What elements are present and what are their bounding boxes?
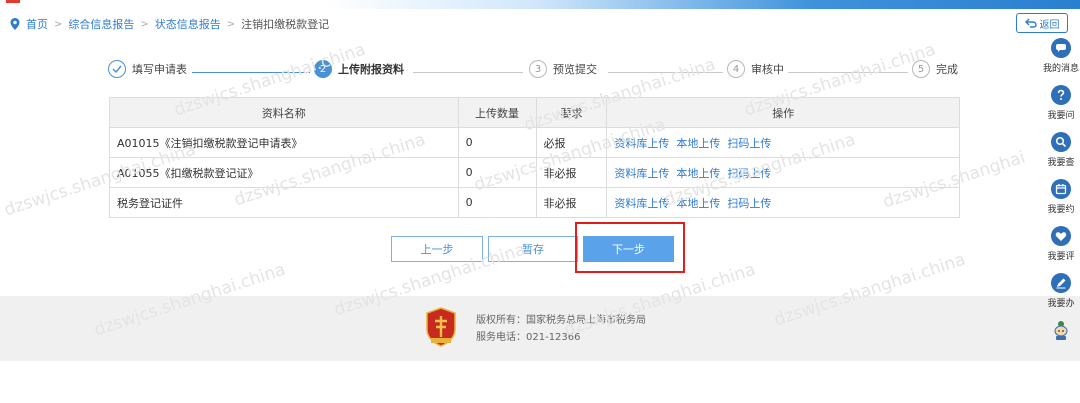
next-step-highlight-box [575, 222, 685, 273]
sidebar-label: 我要查 [1047, 158, 1075, 168]
local-upload-link[interactable]: 本地上传 [676, 197, 720, 210]
material-name: A01055《扣缴税款登记证》 [109, 157, 459, 188]
sidebar-item-ask[interactable]: 我要问 [1042, 85, 1080, 121]
step-preview-submit: 3 预览提交 [529, 60, 597, 78]
library-upload-link[interactable]: 资料库上传 [614, 137, 669, 150]
column-header: 资料名称 [109, 97, 459, 128]
breadcrumb-home[interactable]: 首页 [26, 16, 48, 32]
table-header-row: 资料名称 上传数量 要求 操作 [109, 97, 960, 128]
footer: 版权所有：国家税务总局上海市税务局 服务电话：021-12366 [0, 296, 1080, 361]
table-row: 税务登记证件 0 非必报 资料库上传 本地上传 扫码上传 [109, 187, 960, 218]
breadcrumb-separator: > [140, 18, 149, 30]
copyright-text: 版权所有：国家税务总局上海市税务局 [476, 315, 646, 326]
pen-icon [1051, 273, 1071, 293]
footer-info: 版权所有：国家税务总局上海市税务局 服务电话：021-12366 [476, 312, 646, 346]
upload-count: 0 [457, 187, 537, 218]
breadcrumb-separator: > [54, 18, 63, 30]
material-name: 税务登记证件 [109, 187, 459, 218]
question-icon [1051, 85, 1071, 105]
table-row: A01015《注销扣缴税款登记申请表》 0 必报 资料库上传 本地上传 扫码上传 [109, 127, 960, 158]
return-arrow-icon [1024, 18, 1037, 28]
tax-bureau-emblem-icon [426, 307, 456, 347]
step-label: 上传附报资料 [338, 63, 404, 76]
checkmark-icon [108, 60, 126, 78]
library-upload-link[interactable]: 资料库上传 [614, 197, 669, 210]
requirement: 非必报 [535, 157, 608, 188]
save-draft-button[interactable]: 暂存 [488, 236, 578, 262]
sidebar-item-assistant[interactable] [1042, 319, 1080, 346]
robot-assistant-icon [1054, 321, 1068, 340]
breadcrumb-comprehensive-report[interactable]: 综合信息报告 [68, 16, 134, 32]
sidebar-label: 我要约 [1047, 205, 1075, 215]
sidebar-item-query[interactable]: 我要查 [1042, 132, 1080, 168]
sidebar-item-evaluate[interactable]: 我要评 [1042, 226, 1080, 262]
requirement: 非必报 [535, 187, 608, 218]
prev-step-button[interactable]: 上一步 [391, 236, 483, 262]
breadcrumb-current: 注销扣缴税款登记 [241, 18, 330, 31]
calendar-icon [1051, 179, 1071, 199]
step-reviewing: 4 审核中 [727, 60, 784, 78]
step-connector [413, 72, 523, 73]
upload-count: 0 [457, 157, 537, 188]
step-connector [608, 72, 723, 73]
step-connector [192, 72, 310, 73]
step-fill-form: 填写申请表 [108, 60, 187, 78]
upload-count: 0 [457, 127, 537, 158]
column-header: 上传数量 [457, 97, 537, 128]
row-actions: 资料库上传 本地上传 扫码上传 [606, 127, 960, 158]
breadcrumb: 首页 > 综合信息报告 > 状态信息报告 > 注销扣缴税款登记 [10, 16, 329, 32]
step-connector [788, 72, 908, 73]
local-upload-link[interactable]: 本地上传 [676, 167, 720, 180]
progress-steps: 填写申请表 2 上传附报资料 3 预览提交 4 审核中 5 完成 [108, 60, 960, 84]
step-label: 填写申请表 [132, 63, 187, 76]
column-header: 要求 [535, 97, 608, 128]
sidebar-label: 我要办 [1047, 299, 1075, 309]
sidebar-item-appointment[interactable]: 我要约 [1042, 179, 1080, 215]
back-button[interactable]: 返回 [1016, 13, 1068, 33]
chat-icon [1051, 38, 1071, 58]
breadcrumb-separator: > [226, 18, 236, 30]
row-actions: 资料库上传 本地上传 扫码上传 [606, 157, 960, 188]
step-number: 3 [529, 60, 547, 78]
breadcrumb-status-report[interactable]: 状态信息报告 [155, 16, 221, 32]
material-name: A01015《注销扣缴税款登记申请表》 [109, 127, 459, 158]
sidebar-item-handle[interactable]: 我要办 [1042, 273, 1080, 309]
step-number: 5 [912, 60, 930, 78]
sidebar-item-messages[interactable]: 我的消息 [1042, 38, 1080, 74]
scan-upload-link[interactable]: 扫码上传 [727, 167, 771, 180]
sidebar-label: 我要问 [1047, 111, 1075, 121]
location-pin-icon [10, 18, 20, 30]
scan-upload-link[interactable]: 扫码上传 [727, 197, 771, 210]
step-number: 2 [314, 60, 332, 78]
requirement: 必报 [535, 127, 608, 158]
step-upload-materials: 2 上传附报资料 [314, 60, 404, 78]
table-row: A01055《扣缴税款登记证》 0 非必报 资料库上传 本地上传 扫码上传 [109, 157, 960, 188]
library-upload-link[interactable]: 资料库上传 [614, 167, 669, 180]
attachments-table: 资料名称 上传数量 要求 操作 A01015《注销扣缴税款登记申请表》 0 必报… [109, 97, 960, 218]
heart-icon [1051, 226, 1071, 246]
top-banner-strip [0, 0, 1080, 9]
step-complete: 5 完成 [912, 60, 958, 78]
logo-fragment [6, 0, 20, 3]
sidebar-label: 我的消息 [1042, 64, 1079, 74]
back-button-label: 返回 [1039, 19, 1060, 31]
sidebar-label: 我要评 [1047, 252, 1075, 262]
column-header: 操作 [606, 97, 960, 128]
step-label: 预览提交 [553, 63, 597, 76]
search-icon [1051, 132, 1071, 152]
service-phone: 服务电话：021-12366 [476, 332, 581, 343]
step-number: 4 [727, 60, 745, 78]
step-label: 审核中 [751, 63, 784, 76]
step-label: 完成 [936, 63, 958, 76]
scan-upload-link[interactable]: 扫码上传 [727, 137, 771, 150]
row-actions: 资料库上传 本地上传 扫码上传 [606, 187, 960, 218]
local-upload-link[interactable]: 本地上传 [676, 137, 720, 150]
